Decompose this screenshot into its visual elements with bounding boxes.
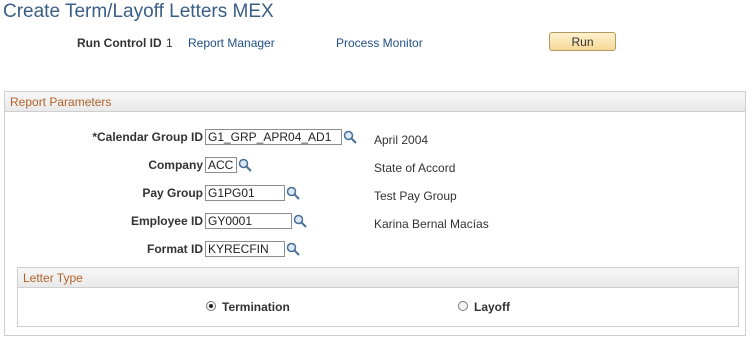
pay-group-description: Test Pay Group [374,189,457,203]
lookup-icon[interactable] [286,186,300,200]
letter-type-header [17,267,739,288]
lookup-icon[interactable] [286,242,300,256]
pay-group-label: Pay Group [142,186,203,200]
letter-type-title: Letter Type [23,271,83,285]
format-id-label: Format ID [146,242,203,256]
report-parameters-title: Report Parameters [10,95,112,109]
employee-id-label: Employee ID [130,214,203,228]
layoff-radio[interactable] [458,301,468,311]
company-description: State of Accord [374,161,456,175]
report-parameters-header [4,91,746,112]
calendar-group-description: April 2004 [374,133,429,147]
pay-group-input[interactable] [205,185,285,201]
run-control-id-value: 1 [166,36,173,50]
layoff-label[interactable]: Layoff [474,300,510,314]
employee-name-description: Karina Bernal Macías [374,217,489,231]
report-manager-link[interactable]: Report Manager [188,36,275,50]
employee-id-input[interactable] [205,213,292,229]
run-button[interactable]: Run [549,32,616,51]
calendar-group-id-input[interactable] [205,129,342,145]
run-control-id-label: Run Control ID [77,36,162,50]
format-id-input[interactable] [205,241,285,257]
lookup-icon[interactable] [238,158,252,172]
page-title: Create Term/Layoff Letters MEX [3,1,274,22]
termination-label[interactable]: Termination [222,300,290,314]
process-monitor-link[interactable]: Process Monitor [336,36,423,50]
calendar-group-id-label: *Calendar Group ID [92,130,203,144]
lookup-icon[interactable] [343,130,357,144]
company-input[interactable] [205,157,237,173]
termination-radio[interactable] [206,301,216,311]
lookup-icon[interactable] [293,214,307,228]
company-label: Company [148,158,203,172]
